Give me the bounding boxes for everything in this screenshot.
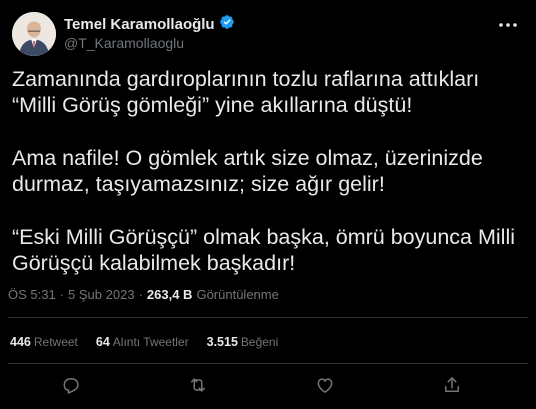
author-handle[interactable]: @T_Karamollaoglu (64, 35, 235, 51)
verified-badge-icon (219, 14, 235, 35)
tweet-paragraph: Ama nafile! O gömlek artık size olmaz, ü… (12, 146, 483, 196)
reply-icon[interactable] (59, 373, 83, 397)
tweet-header: Temel Karamollaoğlu @T_Karamollaoglu (12, 12, 520, 56)
like-icon[interactable] (313, 373, 337, 397)
divider (8, 317, 528, 318)
retweet-icon[interactable] (186, 373, 210, 397)
tweet-paragraph: Zamanında gardıroplarının tozlu rafların… (12, 67, 480, 117)
tweet-stats: 446 Retweet 64 Alıntı Tweetler 3.515 Beğeni (10, 335, 278, 349)
likes-stat[interactable]: 3.515 Beğeni (207, 335, 279, 349)
divider (8, 363, 528, 364)
quotes-count: 64 (95, 335, 110, 349)
author-info: Temel Karamollaoğlu @T_Karamollaoglu (64, 14, 235, 51)
retweets-count: 446 (10, 335, 31, 349)
tweet-paragraph: “Eski Milli Görüşçü” olmak başka, ömrü b… (12, 225, 516, 275)
tweet-time[interactable]: ÖS 5:31 (8, 287, 56, 302)
meta-separator: · (59, 287, 65, 302)
views-label: Görüntülenme (196, 287, 279, 302)
display-name[interactable]: Temel Karamollaoğlu (64, 16, 215, 33)
share-icon[interactable] (440, 373, 464, 397)
views-count: 263,4 B (146, 287, 193, 302)
more-options-icon[interactable] (496, 16, 520, 34)
meta-separator: · (138, 287, 143, 302)
tweet-date[interactable]: 5 Şub 2023 (68, 287, 135, 302)
likes-label: Beğeni (240, 335, 279, 349)
avatar[interactable] (12, 12, 56, 56)
tweet-meta: ÖS 5:31 · 5 Şub 2023 · 263,4 B Görüntüle… (8, 287, 279, 302)
retweets-label: Retweet (33, 335, 78, 349)
action-bar (0, 373, 536, 401)
quotes-stat[interactable]: 64 Alıntı Tweetler (96, 335, 189, 349)
tweet-text: Zamanında gardıroplarının tozlu rafların… (12, 66, 524, 303)
likes-count: 3.515 (206, 335, 238, 349)
retweets-stat[interactable]: 446 Retweet (10, 335, 78, 349)
tweet: Temel Karamollaoğlu @T_Karamollaoglu Zam… (0, 0, 536, 409)
quotes-label: Alıntı Tweetler (112, 335, 189, 349)
